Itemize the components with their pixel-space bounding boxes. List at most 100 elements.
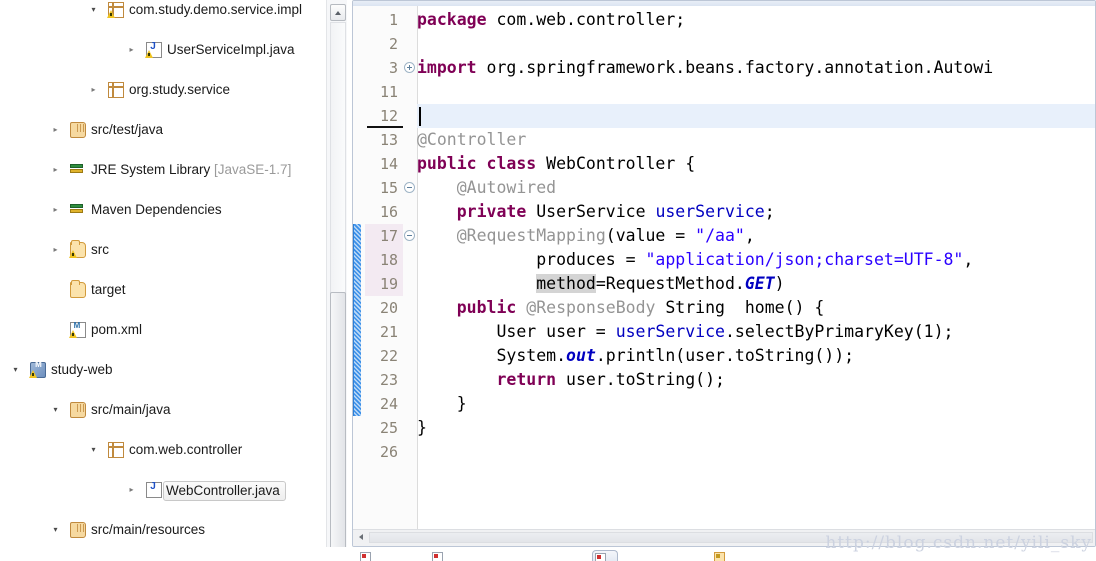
tree-item-selection-box[interactable]: WebController.java xyxy=(163,481,286,501)
code-line[interactable]: import org.springframework.beans.factory… xyxy=(417,56,993,80)
problems-icon xyxy=(360,552,371,561)
code-token: user.toString(); xyxy=(556,370,725,389)
code-line[interactable]: } xyxy=(417,392,467,416)
package-icon xyxy=(107,2,124,18)
tree-item-src-main-resources[interactable]: src/main/resources xyxy=(0,520,326,540)
tree-item-maven-dependencies[interactable]: Maven Dependencies xyxy=(0,200,326,220)
java-file-icon xyxy=(145,41,162,58)
code-line[interactable]: System.out.println(user.toString()); xyxy=(417,344,854,368)
warning-badge-icon xyxy=(69,330,77,338)
code-line[interactable]: public class WebController { xyxy=(417,152,695,176)
tree-item-label: src/main/resources xyxy=(91,522,206,537)
project-tree[interactable]: com.study.demo.service.impl UserServiceIm… xyxy=(0,0,326,560)
expand-arrow-open-icon[interactable] xyxy=(10,360,21,380)
tree-item-label: WebController.java xyxy=(166,483,280,498)
tree-item-org-study-service[interactable]: org.study.service xyxy=(0,80,326,100)
tree-item-src[interactable]: src xyxy=(0,240,326,260)
code-token: .println(user.toString()); xyxy=(595,346,855,365)
expand-arrow-open-icon[interactable] xyxy=(50,400,61,420)
code-token: "/aa" xyxy=(695,226,745,245)
tree-item-com-study-demo-service-impl[interactable]: com.study.demo.service.impl xyxy=(0,0,326,20)
tree-item-webcontroller-java[interactable]: WebController.java xyxy=(0,480,326,501)
bottom-view-tab[interactable] xyxy=(430,550,446,561)
code-token: (value = xyxy=(605,226,696,245)
line-number-ruler[interactable]: 1 2 3 11 12 13 14 15 16 17 18 19 20 21 22 23 24 25 26 xyxy=(361,6,411,530)
expand-arrow-open-icon[interactable] xyxy=(50,520,61,540)
tree-item-study-web[interactable]: study-web xyxy=(0,360,326,380)
code-token: method xyxy=(536,274,596,293)
scroll-up-arrow[interactable] xyxy=(330,4,346,21)
fold-collapse-icon[interactable] xyxy=(404,230,415,241)
code-line[interactable]: @Controller xyxy=(417,128,526,152)
bottom-view-panel[interactable] xyxy=(352,549,1096,561)
line-number: 21 xyxy=(379,323,398,341)
warning-badge-icon xyxy=(145,50,153,58)
tree-item-pom-xml[interactable]: pom.xml xyxy=(0,320,326,340)
expand-arrow-closed-icon[interactable] xyxy=(50,200,61,220)
source-folder-icon xyxy=(70,122,86,138)
scroll-thumb[interactable] xyxy=(330,292,346,552)
fold-expand-icon[interactable] xyxy=(404,62,415,73)
code-line[interactable]: } xyxy=(417,416,427,440)
code-line[interactable]: return user.toString(); xyxy=(417,368,725,392)
code-token: UserService xyxy=(526,202,656,221)
fold-collapse-icon[interactable] xyxy=(404,182,415,193)
warning-badge-icon xyxy=(29,370,37,378)
tree-item-label: Maven Dependencies xyxy=(91,202,222,217)
code-line[interactable]: @RequestMapping(value = "/aa", xyxy=(417,224,755,248)
code-token: WebController { xyxy=(536,154,696,173)
line-number: 17 xyxy=(379,227,398,245)
expand-arrow-closed-icon[interactable] xyxy=(50,160,61,180)
tree-item-src-main-java[interactable]: src/main/java xyxy=(0,400,326,420)
editor-code-area[interactable]: 1 2 3 11 12 13 14 15 16 17 18 19 20 21 22 23 24 25 26 pack… xyxy=(353,6,1095,530)
servers-icon xyxy=(432,552,443,561)
tree-item-target[interactable]: target xyxy=(0,280,326,300)
code-token: private xyxy=(456,202,527,221)
tree-item-src-test-java[interactable]: src/test/java xyxy=(0,120,326,140)
line-number: 26 xyxy=(379,443,398,461)
expand-arrow-closed-icon[interactable] xyxy=(126,40,137,60)
tree-item-userserviceimpl-java[interactable]: UserServiceImpl.java xyxy=(0,40,326,60)
code-line[interactable]: method=RequestMethod.GET) xyxy=(417,272,785,296)
source-folder-icon xyxy=(70,402,86,418)
code-line[interactable]: package com.web.controller; xyxy=(417,8,685,32)
line-number: 22 xyxy=(379,347,398,365)
bottom-view-tab[interactable] xyxy=(358,550,374,561)
expand-arrow-closed-icon[interactable] xyxy=(50,240,61,260)
java-file-icon xyxy=(146,481,162,498)
warning-badge-icon xyxy=(107,10,115,18)
code-token: out xyxy=(566,346,596,365)
tree-item-jre-system-library[interactable]: JRE System Library [JavaSE-1.7] xyxy=(0,160,326,180)
library-icon xyxy=(70,162,86,178)
tree-item-label: target xyxy=(91,282,126,297)
code-line[interactable]: produces = "application/json;charset=UTF… xyxy=(417,248,973,272)
expand-arrow-closed-icon[interactable] xyxy=(88,80,99,100)
line-number: 1 xyxy=(388,11,398,29)
expand-arrow-open-icon[interactable] xyxy=(88,440,99,460)
code-token: } xyxy=(417,394,467,413)
code-line[interactable]: User user = userService.selectByPrimaryK… xyxy=(417,320,953,344)
console-icon xyxy=(595,553,606,561)
code-line[interactable]: private UserService userService; xyxy=(417,200,775,224)
expand-arrow-open-icon[interactable] xyxy=(88,0,99,20)
code-token: userService xyxy=(655,202,765,221)
bottom-view-tab[interactable] xyxy=(712,550,728,561)
bottom-view-tab[interactable] xyxy=(592,550,618,561)
java-editor[interactable]: 1 2 3 11 12 13 14 15 16 17 18 19 20 21 22 23 24 25 26 pack… xyxy=(352,0,1096,547)
code-line[interactable]: @Autowired xyxy=(417,176,556,200)
tree-item-com-web-controller[interactable]: com.web.controller xyxy=(0,440,326,460)
folding-ruler[interactable] xyxy=(403,6,418,530)
scroll-left-arrow[interactable] xyxy=(355,531,368,544)
text-caret xyxy=(419,107,421,126)
explorer-vertical-scrollbar[interactable] xyxy=(326,0,347,561)
expand-arrow-closed-icon[interactable] xyxy=(50,120,61,140)
code-line[interactable]: public @ResponseBody String home() { xyxy=(417,296,825,320)
expand-arrow-closed-icon[interactable] xyxy=(126,480,137,500)
warning-badge-icon xyxy=(69,250,77,258)
pom-file-icon xyxy=(69,321,86,338)
source-text[interactable]: package com.web.controller; import org.sp… xyxy=(417,6,1095,530)
package-explorer[interactable]: com.study.demo.service.impl UserServiceIm… xyxy=(0,0,326,561)
